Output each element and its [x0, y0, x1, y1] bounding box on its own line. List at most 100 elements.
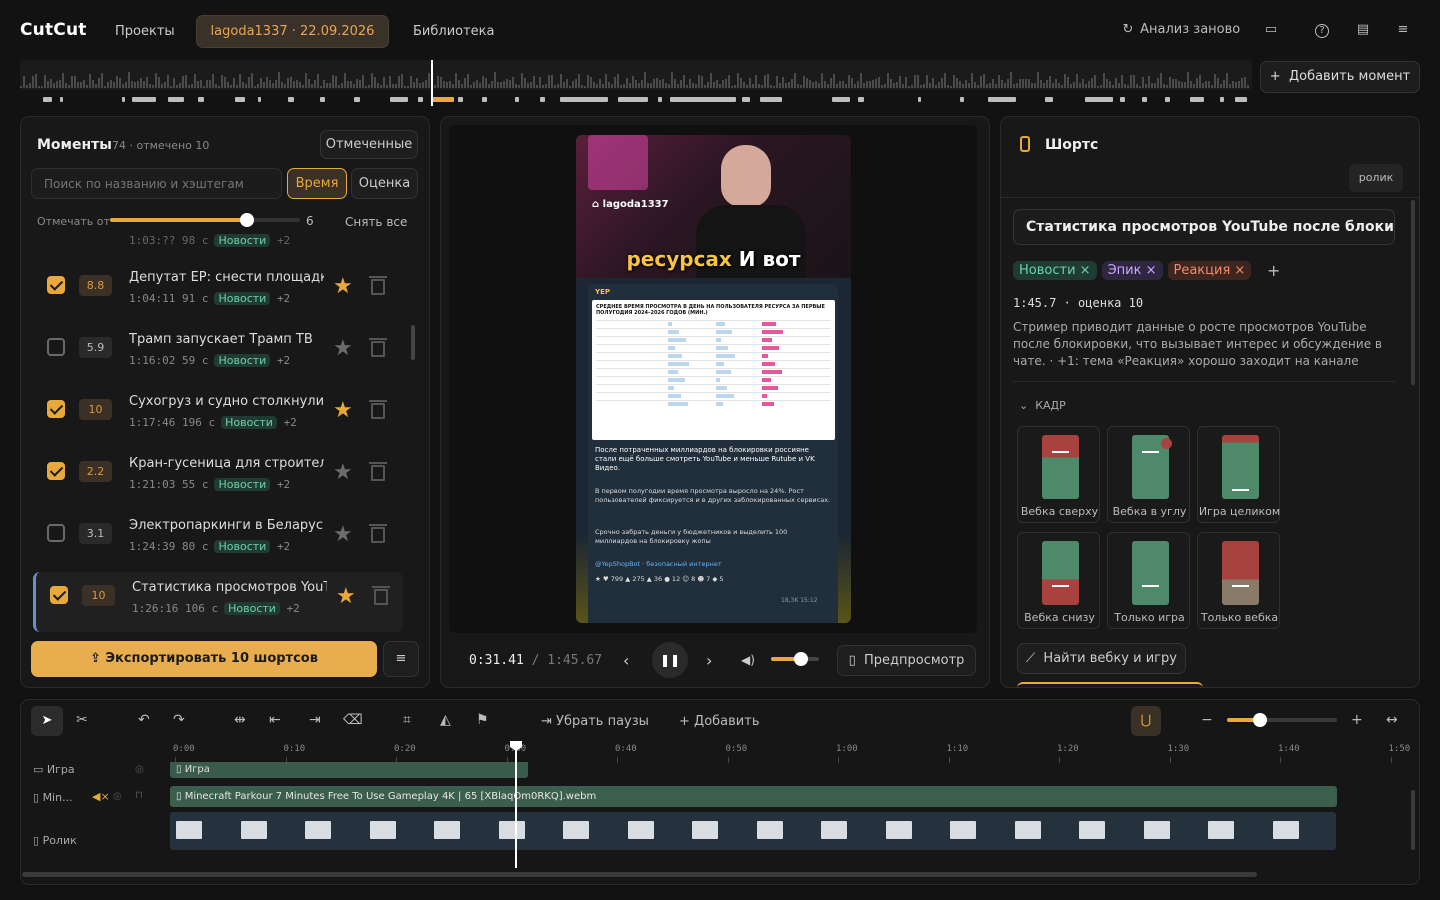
- moment-checkbox[interactable]: [47, 338, 65, 356]
- unmark-all-button[interactable]: Снять все: [345, 215, 407, 229]
- export-button[interactable]: ⇪ Экспортировать 10 шортсов: [31, 641, 377, 677]
- add-tag-button[interactable]: +: [1267, 261, 1280, 280]
- settings-button[interactable]: ≡: [1395, 22, 1411, 38]
- timeline-vscrollbar[interactable]: [1411, 790, 1415, 850]
- visibility-icon[interactable]: ◎: [113, 791, 122, 802]
- tag-chip[interactable]: Новости ×: [1013, 261, 1097, 280]
- close-icon[interactable]: ×: [1146, 263, 1157, 278]
- volume-icon[interactable]: ◀): [741, 653, 755, 667]
- fit-icon[interactable]: ↔: [1386, 712, 1398, 728]
- undo-icon[interactable]: ↶: [138, 712, 150, 728]
- moment-checkbox[interactable]: [47, 400, 65, 418]
- game-clip[interactable]: ▯ Игра: [170, 762, 528, 778]
- moment-checkbox[interactable]: [47, 524, 65, 542]
- shorts-scrollbar[interactable]: [1411, 200, 1415, 385]
- moment-row[interactable]: 2.2 Кран-гусеница для строитель... 1:21:03…: [33, 448, 403, 504]
- frame-layout-option[interactable]: Только игра: [1107, 532, 1190, 629]
- waveform-playhead[interactable]: [431, 60, 433, 106]
- tag-chip[interactable]: Реакция ×: [1167, 261, 1252, 280]
- frame-section-header[interactable]: ⌄ КАДР: [1019, 399, 1066, 412]
- redo-icon[interactable]: ↷: [173, 712, 185, 728]
- clip-badge[interactable]: ролик: [1349, 164, 1403, 192]
- star-icon[interactable]: ★: [333, 274, 353, 299]
- mute-icon[interactable]: ◀×: [92, 790, 110, 803]
- star-icon[interactable]: ★: [333, 398, 353, 423]
- magnet-snap-button[interactable]: ⋃: [1131, 706, 1161, 736]
- pause-button[interactable]: ❚❚: [652, 642, 688, 678]
- trash-icon[interactable]: [372, 584, 390, 606]
- sort-time-button[interactable]: Время: [287, 168, 347, 199]
- minecraft-clip[interactable]: ▯ Minecraft Parkour 7 Minutes Free To Us…: [170, 786, 1337, 807]
- flip-icon[interactable]: ◭: [440, 712, 451, 728]
- star-icon[interactable]: ★: [333, 522, 353, 547]
- preview-button[interactable]: ▯ Предпросмотр: [837, 645, 976, 676]
- star-icon[interactable]: ★: [336, 584, 356, 609]
- moment-checkbox[interactable]: [50, 586, 68, 604]
- reanalyze-button[interactable]: ↻ Анализ заново: [1120, 22, 1241, 38]
- select-tool-button[interactable]: ➤: [31, 706, 63, 736]
- frame-layout-option[interactable]: Только вебка: [1197, 532, 1280, 629]
- moment-row[interactable]: 10 Статистика просмотров YouTu... 1:26:16 …: [33, 572, 403, 632]
- trim-left-icon[interactable]: ⇤: [269, 712, 281, 728]
- video-frame[interactable]: ⌂ lagoda1337 ресурсах И вот YEP СРЕДНЕЕ …: [576, 135, 851, 623]
- star-icon[interactable]: ★: [333, 336, 353, 361]
- timeline-scrollbar[interactable]: [22, 872, 1257, 877]
- frame-layout-option[interactable]: Вебка сверху: [1017, 426, 1100, 523]
- zoom-slider[interactable]: [1227, 713, 1337, 727]
- crop-icon[interactable]: ⌗: [403, 712, 411, 728]
- timeline-playhead[interactable]: [515, 743, 517, 868]
- close-icon[interactable]: ×: [1234, 263, 1245, 278]
- next-icon[interactable]: ›: [706, 651, 712, 670]
- visibility-icon[interactable]: ◎: [135, 764, 144, 775]
- prev-icon[interactable]: ‹: [623, 651, 629, 670]
- notes-button[interactable]: ▤: [1355, 22, 1371, 38]
- tab-project-active[interactable]: lagoda1337 · 22.09.2026: [196, 15, 389, 48]
- search-input[interactable]: [31, 168, 282, 199]
- zoom-knob[interactable]: [1253, 713, 1267, 727]
- help-button[interactable]: ?: [1315, 22, 1329, 38]
- tag-chip[interactable]: Эпик ×: [1101, 261, 1163, 280]
- trash-icon[interactable]: [369, 336, 387, 358]
- add-moment-button[interactable]: + Добавить момент: [1260, 61, 1420, 93]
- zoom-in-icon[interactable]: +: [1351, 712, 1363, 728]
- moment-row[interactable]: 3.1 Электропаркинги в Беларуси ... 1:24:39…: [33, 510, 403, 566]
- scissors-icon[interactable]: ✂: [76, 712, 88, 728]
- trash-icon[interactable]: [369, 460, 387, 482]
- moments-scrollbar[interactable]: [411, 325, 415, 360]
- clip-title-input[interactable]: Статистика просмотров YouTube после блок…: [1013, 209, 1395, 245]
- zoom-out-icon[interactable]: −: [1201, 712, 1213, 728]
- marked-filter-button[interactable]: Отмеченные: [320, 130, 418, 159]
- export-settings-button[interactable]: ≡: [383, 641, 419, 677]
- close-icon[interactable]: ×: [1080, 263, 1091, 278]
- lock-icon[interactable]: ⊓: [135, 790, 143, 801]
- volume-knob[interactable]: [793, 652, 808, 666]
- volume-slider[interactable]: [771, 652, 819, 666]
- sort-score-button[interactable]: Оценка: [351, 168, 418, 199]
- moments-markers[interactable]: [20, 97, 1252, 105]
- add-clip-button[interactable]: + Добавить: [679, 714, 760, 729]
- trash-icon[interactable]: [369, 522, 387, 544]
- trim-right-icon[interactable]: ⇥: [309, 712, 321, 728]
- video-clip-thumbnails[interactable]: [170, 812, 1336, 850]
- moment-row[interactable]: 8.8 Депутат ЕР: снести площадку ... 1:04:1…: [33, 262, 403, 318]
- remove-pauses-button[interactable]: ⇥ Убрать паузы: [541, 714, 649, 729]
- trash-icon[interactable]: [369, 398, 387, 420]
- moment-checkbox[interactable]: [47, 462, 65, 480]
- star-icon[interactable]: ★: [333, 460, 353, 485]
- frame-layout-option[interactable]: Игра целиком: [1197, 426, 1280, 523]
- nav-library[interactable]: Библиотека: [413, 24, 495, 39]
- moment-row[interactable]: 5.9 Трамп запускает Трамп ТВ 1:16:02 59 сН…: [33, 324, 403, 380]
- find-webcam-button[interactable]: ⟋ Найти вебку и игру: [1017, 643, 1186, 674]
- flag-icon[interactable]: ⚑: [476, 712, 489, 728]
- trash-icon[interactable]: [369, 274, 387, 296]
- mark-from-knob[interactable]: [239, 213, 254, 227]
- mark-from-slider[interactable]: [110, 213, 300, 227]
- folder-button[interactable]: ▭: [1263, 22, 1279, 38]
- frame-layout-option[interactable]: Вебка в углу: [1107, 426, 1190, 523]
- split-icon[interactable]: ⇹: [234, 712, 246, 728]
- audio-waveform[interactable]: [20, 60, 1252, 90]
- delete-icon[interactable]: ⌫: [343, 712, 363, 728]
- frame-layout-option[interactable]: Вебка снизу: [1017, 532, 1100, 629]
- moment-row[interactable]: 10 Сухогруз и судно столкнулись... 1:17:46…: [33, 386, 403, 442]
- moment-checkbox[interactable]: [47, 276, 65, 294]
